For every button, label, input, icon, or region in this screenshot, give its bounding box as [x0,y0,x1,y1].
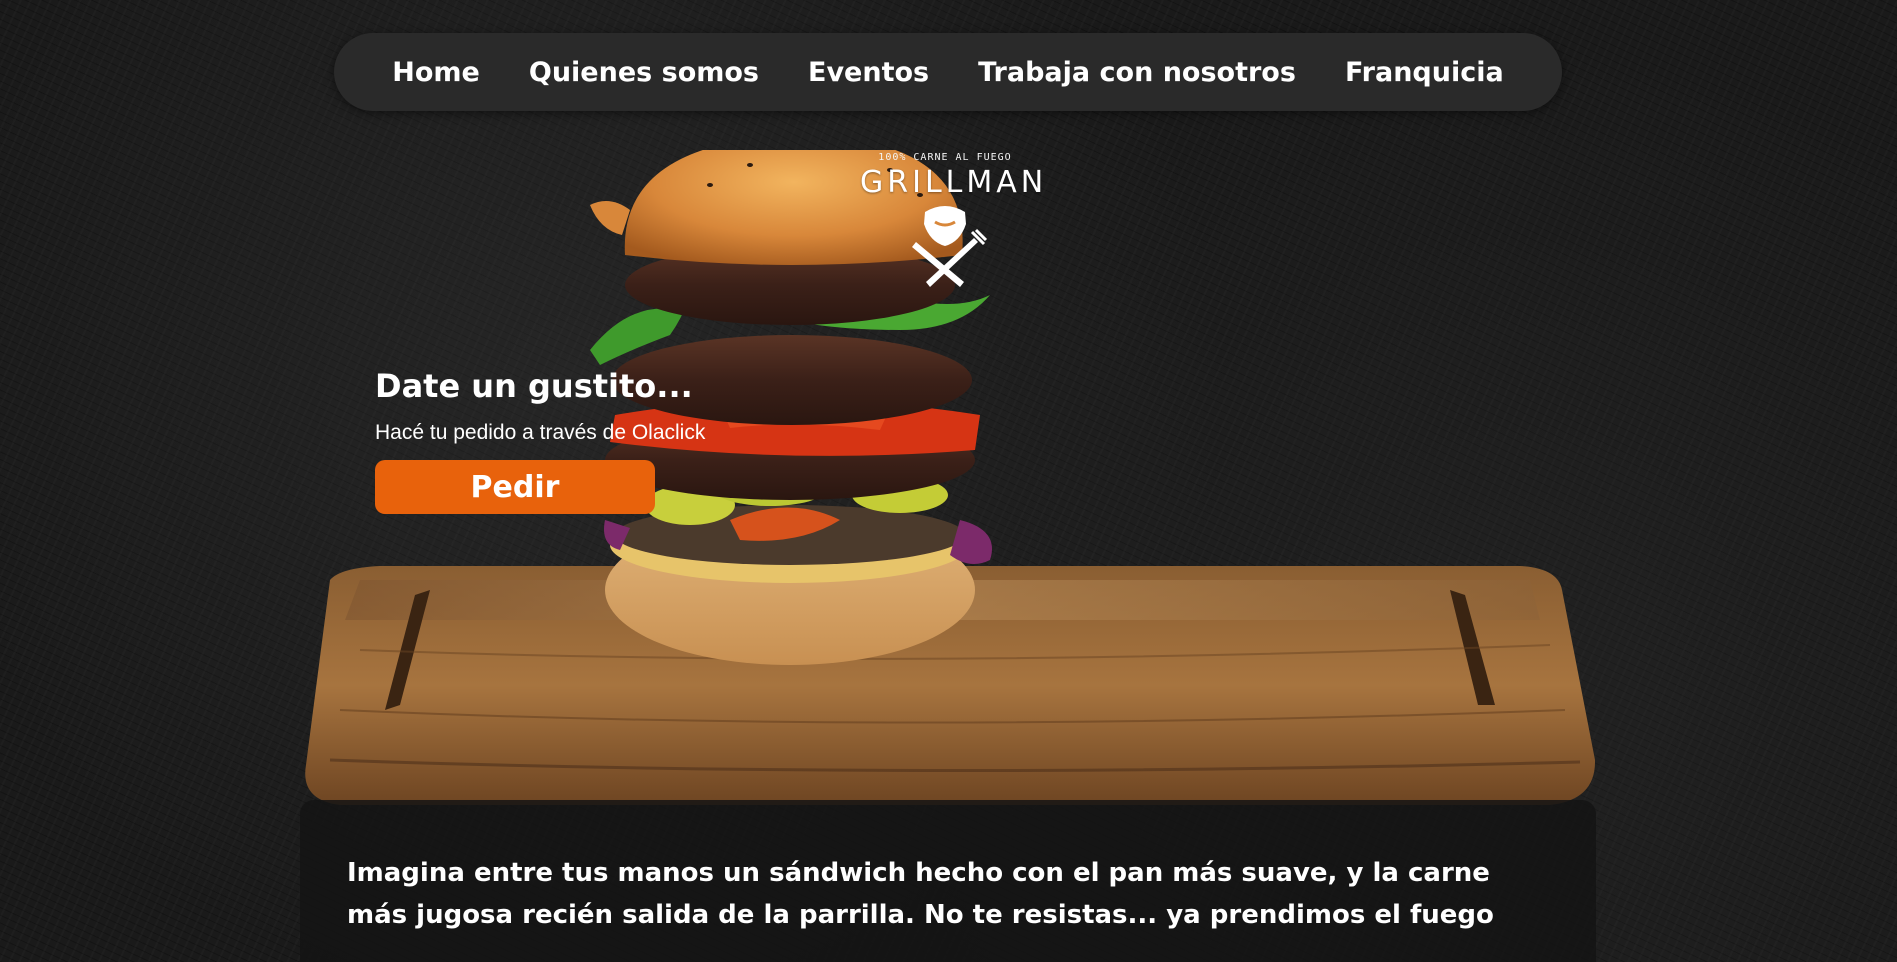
order-button[interactable]: Pedir [375,460,655,514]
main-nav: Home Quienes somos Eventos Trabaja con n… [334,33,1562,111]
order-cta: Date un gustito... Hacé tu pedido a trav… [375,367,705,514]
brand-logo[interactable]: 100% CARNE AL FUEGO GRILLMAN [860,152,1048,297]
nav-item-eventos[interactable]: Eventos [808,57,929,88]
landing-page: Home Quienes somos Eventos Trabaja con n… [0,0,1897,962]
cta-heading: Date un gustito... [375,367,693,405]
nav-item-quienes-somos[interactable]: Quienes somos [529,57,759,88]
cta-subheading: Hacé tu pedido a través de Olaclick [375,421,706,444]
nav-item-trabaja-con-nosotros[interactable]: Trabaja con nosotros [978,57,1296,88]
nav-item-home[interactable]: Home [392,57,480,88]
nav-item-franquicia[interactable]: Franquicia [1345,57,1504,88]
logo-tagline: 100% CARNE AL FUEGO [878,152,1012,163]
bearded-chef-icon [860,202,1030,297]
logo-name: GRILLMAN [860,165,1048,200]
intro-text: Imagina entre tus manos un sándwich hech… [347,858,1494,930]
intro-panel: Imagina entre tus manos un sándwich hech… [300,800,1596,962]
